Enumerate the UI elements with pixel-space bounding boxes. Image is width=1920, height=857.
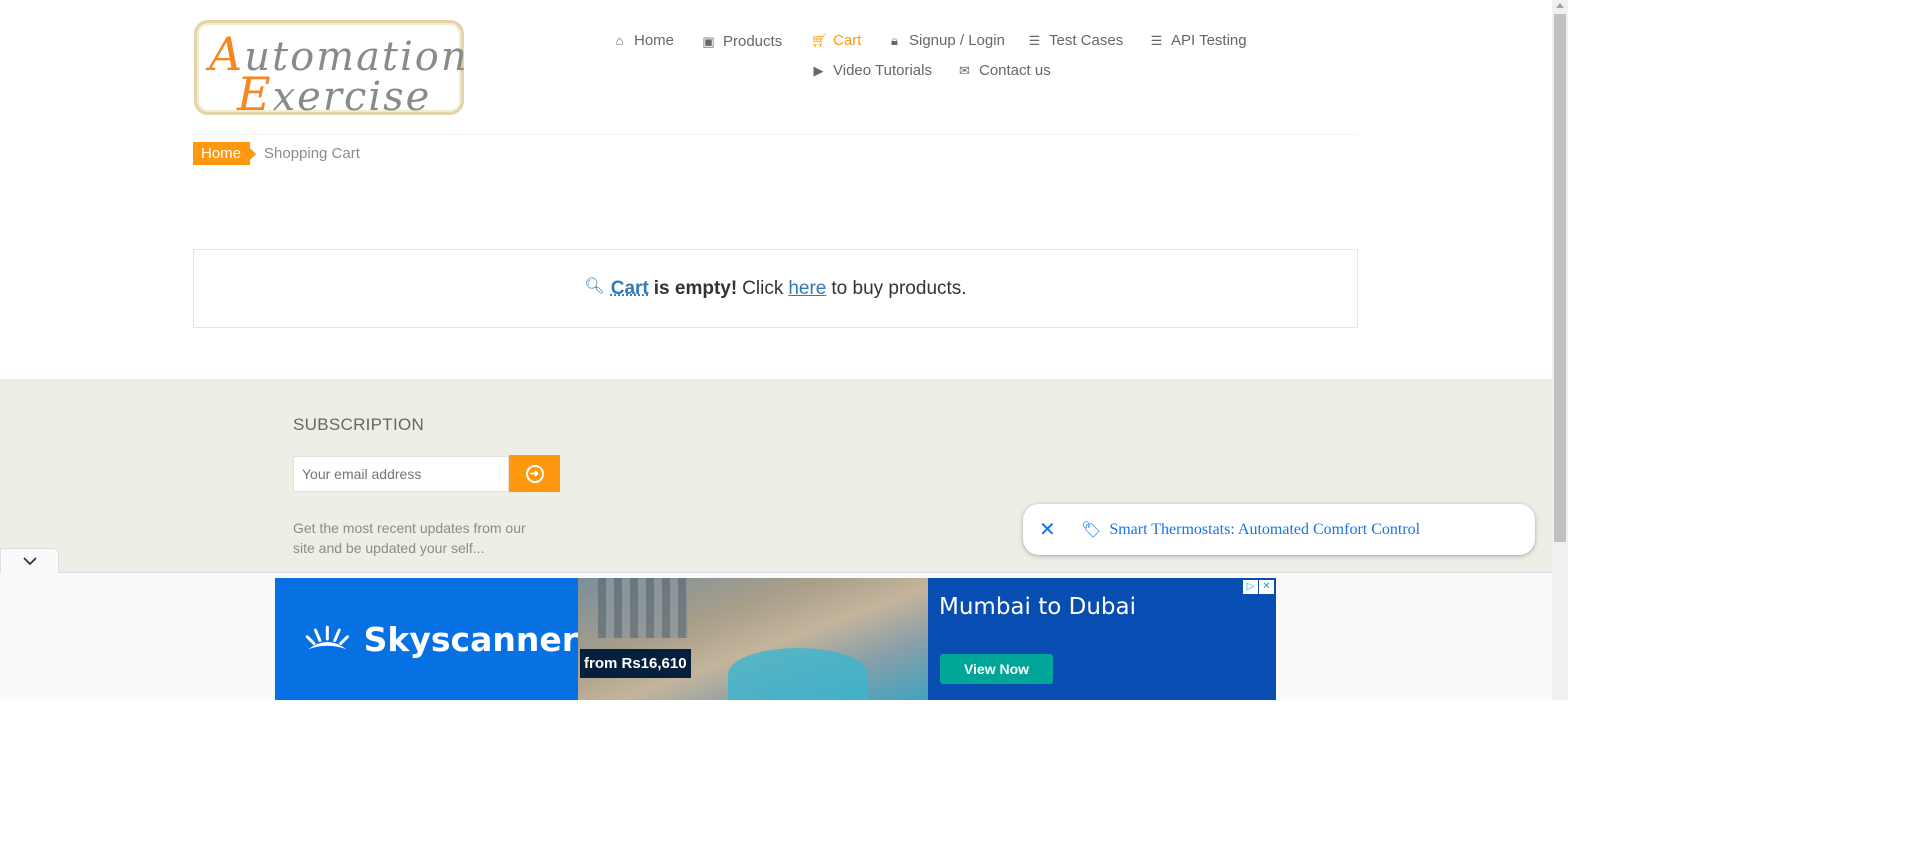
skyscanner-logo-icon	[305, 625, 349, 650]
nav-cart[interactable]: 🛒︎ Cart	[811, 32, 861, 49]
ad-city-image: from Rs16,610	[578, 578, 928, 700]
nav-api-testing[interactable]: ☰ API Testing	[1149, 32, 1247, 49]
ad-route: Mumbai to Dubai	[939, 594, 1136, 620]
ad-brand-panel: Skyscanner	[275, 578, 578, 700]
skyscanner-ad[interactable]: Skyscanner from Rs16,610 Mumbai to Dubai…	[275, 578, 1276, 700]
scrollbar-thumb[interactable]	[1554, 14, 1566, 542]
adchoices-icon[interactable]: ▷	[1243, 580, 1258, 594]
search-icon: 🔍︎	[584, 277, 605, 295]
buy-products-link[interactable]: here	[788, 278, 826, 300]
scrollbar[interactable]	[1552, 0, 1568, 700]
breadcrumb-home[interactable]: Home	[193, 142, 257, 165]
ad-price: from Rs16,610	[580, 649, 691, 678]
scroll-up-arrow-icon[interactable]	[1556, 3, 1564, 8]
ad-view-now-button[interactable]: View Now	[940, 654, 1053, 684]
ad-close-icon[interactable]: ✕	[1259, 580, 1274, 594]
related-search-pill[interactable]: ✕ 🏷︎ Smart Thermostats: Automated Comfor…	[1023, 504, 1535, 555]
nav-signup-login[interactable]: 🔒︎ Signup / Login	[887, 32, 1005, 49]
page: Automation Exercise ⌂ Home ▣ Products 🛒︎ Ca…	[0, 0, 1568, 700]
lock-icon: 🔒︎	[891, 32, 898, 48]
ad-image-towers	[598, 578, 688, 638]
site-logo[interactable]: Automation Exercise	[194, 20, 467, 121]
nav-contact-us[interactable]: ✉ Contact us	[957, 62, 1051, 79]
list-icon: ☰	[1028, 32, 1041, 48]
chevron-down-icon	[22, 557, 37, 566]
ad-offer-panel: Mumbai to Dubai View Now ▷ ✕	[928, 578, 1276, 700]
logo-line-2: Exercise	[237, 67, 432, 121]
envelope-icon: ✉	[959, 62, 970, 78]
ad-brand: Skyscanner	[363, 619, 578, 659]
cart-icon: 🛒︎	[811, 32, 828, 48]
tag-icon: 🏷︎	[1081, 521, 1102, 539]
briefcase-icon: ▣	[702, 33, 715, 49]
subscription-description: Get the most recent updates from our sit…	[293, 520, 526, 556]
empty-cart-message: 🔍︎ Cart is empty! Click here to buy prod…	[193, 249, 1358, 328]
arrow-circle-right-icon: ➜	[525, 464, 544, 483]
breadcrumb-current: Shopping Cart	[264, 145, 360, 162]
home-icon: ⌂	[615, 33, 624, 48]
subscribe-email-input[interactable]	[293, 456, 509, 492]
youtube-play-icon: ▶	[813, 62, 824, 78]
cart-abbr: Cart	[610, 277, 649, 299]
nav-products[interactable]: ▣ Products	[701, 33, 782, 50]
nav-video-tutorials[interactable]: ▶ Video Tutorials	[811, 62, 932, 79]
related-search-text[interactable]: Smart Thermostats: Automated Comfort Con…	[1109, 521, 1420, 539]
header-divider	[194, 134, 1357, 135]
collapse-ad-button[interactable]	[0, 548, 59, 573]
nav-test-cases[interactable]: ☰ Test Cases	[1027, 32, 1124, 49]
nav-home[interactable]: ⌂ Home	[612, 32, 674, 49]
subscribe-button[interactable]: ➜	[509, 455, 560, 492]
ad-image-pool	[728, 648, 868, 700]
subscription-title: SUBSCRIPTION	[293, 415, 425, 434]
close-icon[interactable]: ✕	[1039, 517, 1056, 542]
list-icon: ☰	[1150, 32, 1163, 48]
